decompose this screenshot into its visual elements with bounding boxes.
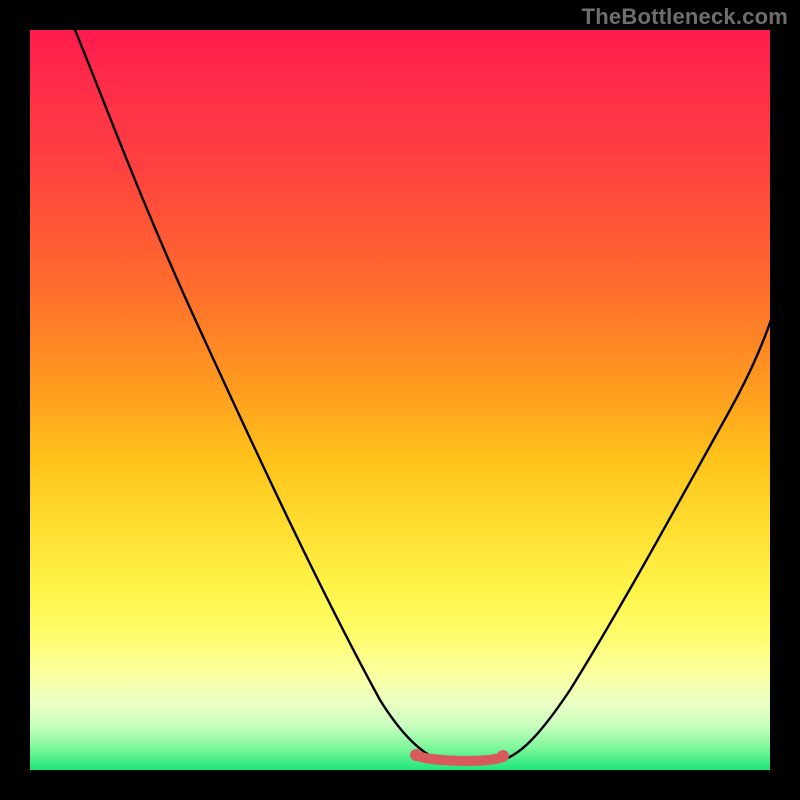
curve-right-branch [502,308,770,760]
chart-frame: TheBottleneck.com [0,0,800,800]
curve-layer [30,30,770,770]
curve-left-branch [73,30,440,760]
accent-dot-right [497,750,509,762]
plot-area [30,30,770,770]
accent-segment [418,756,500,761]
accent-dot-left [410,749,422,761]
watermark-text: TheBottleneck.com [582,4,788,30]
